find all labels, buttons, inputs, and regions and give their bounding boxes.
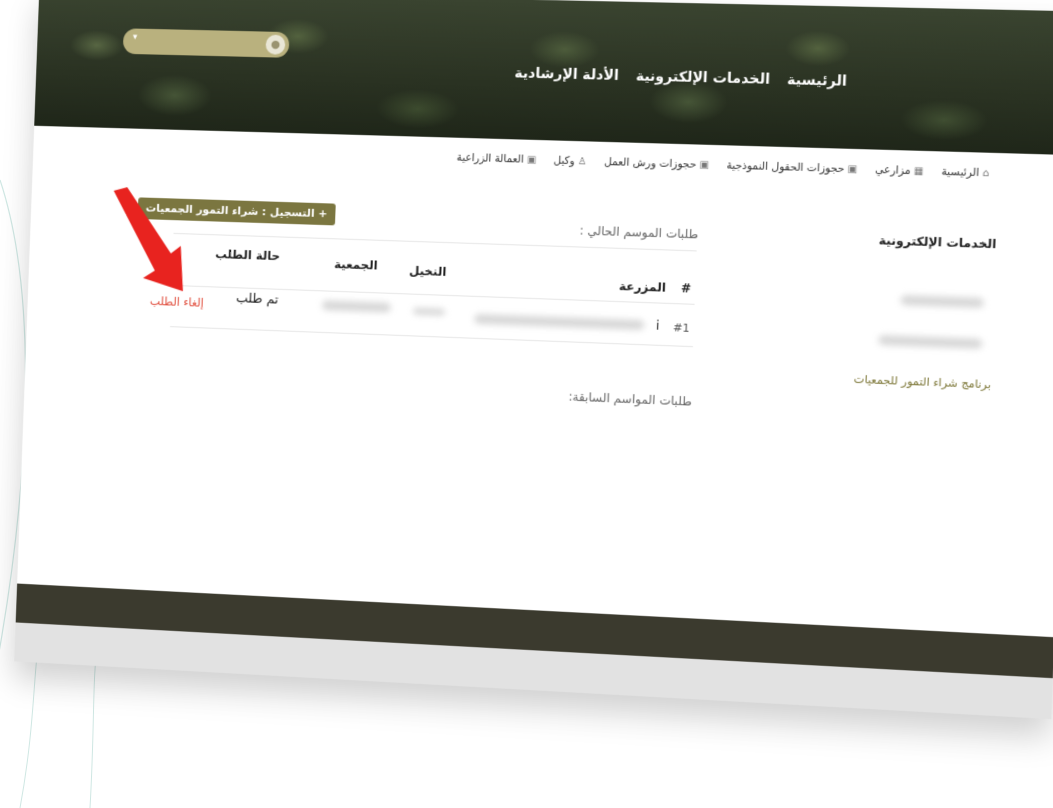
avatar-icon: ● xyxy=(265,34,286,55)
user-icon: ♙ xyxy=(577,156,587,168)
row-association-blurred xyxy=(321,300,391,313)
sidebar-item-blurred[interactable] xyxy=(878,334,983,350)
breadcrumb-item-agent[interactable]: ♙وكيل xyxy=(553,154,587,167)
main-nav: الرئيسية الخدمات الإلكترونية الأدلة الإر… xyxy=(502,65,847,90)
column-header-index: # xyxy=(680,281,692,296)
row-farm-name-blurred xyxy=(474,313,645,331)
nav-item-guides[interactable]: الأدلة الإرشادية xyxy=(514,65,619,84)
previous-seasons-title: طلبات المواسم السابقة: xyxy=(568,389,693,409)
page-sheet: ▾ ● الرئيسية الخدمات الإلكترونية الأدلة … xyxy=(14,0,1053,720)
user-menu-button[interactable]: ▾ ● xyxy=(122,28,290,58)
sidebar-item-blurred[interactable] xyxy=(900,294,984,309)
row-index: #1 xyxy=(672,321,690,335)
column-header-status: حالة الطلب xyxy=(214,247,281,264)
breadcrumb: ⌂الرئيسية ▦مزارعي ▣حجوزات الحقول النموذج… xyxy=(443,151,989,180)
breadcrumb-item-farm-labor[interactable]: ▣العمالة الزراعية xyxy=(456,152,536,166)
breadcrumb-item-my-farms[interactable]: ▦مزارعي xyxy=(875,164,924,178)
home-icon: ⌂ xyxy=(981,167,990,180)
table-row-divider xyxy=(170,326,693,348)
row-status: تم طلب xyxy=(235,291,279,308)
column-header-farm: المزرعة xyxy=(618,278,667,295)
chevron-down-icon: ▾ xyxy=(132,32,138,43)
breadcrumb-item-home[interactable]: ⌂الرئيسية xyxy=(941,166,989,180)
calendar-icon: ▣ xyxy=(526,154,537,166)
annotation-arrow-icon xyxy=(110,186,187,292)
calendar-icon: ▣ xyxy=(699,159,710,172)
row-farm-suffix: i xyxy=(655,318,660,333)
current-season-title: طلبات الموسم الحالي : xyxy=(579,223,699,242)
sidebar-title: الخدمات الإلكترونية xyxy=(878,233,997,252)
breadcrumb-item-model-fields[interactable]: ▣حجوزات الحقول النموذجية xyxy=(726,159,857,175)
calendar-icon: ▣ xyxy=(847,164,858,176)
farm-icon: ▦ xyxy=(913,165,924,178)
column-header-palms: النخيل xyxy=(408,263,447,279)
breadcrumb-item-workshops[interactable]: ▣حجوزات ورش العمل xyxy=(604,156,709,171)
header-hero: ▾ ● الرئيسية الخدمات الإلكترونية الأدلة … xyxy=(34,0,1053,156)
nav-item-e-services[interactable]: الخدمات الإلكترونية xyxy=(635,68,770,87)
sidebar-item-dates-program[interactable]: برنامج شراء التمور للجمعيات xyxy=(854,373,992,392)
row-palms-blurred xyxy=(413,307,445,316)
column-header-association: الجمعية xyxy=(333,257,378,273)
nav-item-home[interactable]: الرئيسية xyxy=(787,72,847,90)
